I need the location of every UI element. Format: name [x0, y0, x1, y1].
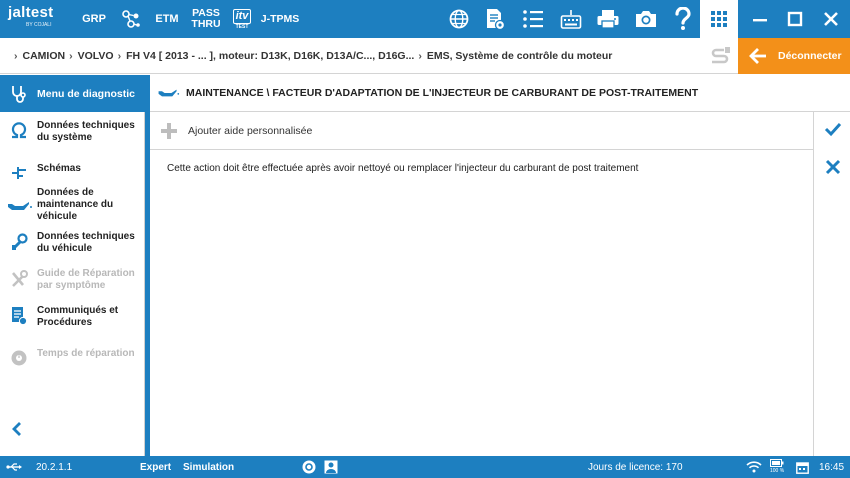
collapse-sidebar-icon[interactable] — [10, 420, 24, 443]
version-label: 20.2.1.1 — [36, 461, 73, 473]
close-icon — [825, 159, 841, 180]
wifi-icon — [746, 456, 762, 478]
sidebar-item-repair-guide: Guide de Réparation par symptôme — [0, 268, 145, 292]
keyboard-icon[interactable] — [558, 0, 584, 38]
itv-sub-label: TEST — [235, 23, 249, 30]
sidebar-item-vehicle-data[interactable]: Données techniques du véhicule — [0, 231, 145, 255]
list-icon[interactable] — [520, 0, 546, 38]
molecule-icon[interactable] — [118, 0, 144, 38]
plus-icon — [150, 122, 188, 140]
tools-icon — [0, 268, 37, 289]
sidebar-item-label: Temps de réparation — [37, 348, 135, 359]
close-icon[interactable] — [814, 0, 848, 38]
sidebar-item-label: Données de maintenance du véhicule — [37, 187, 114, 222]
itv-button[interactable]: itv TEST — [228, 0, 256, 38]
usb-icon — [6, 456, 22, 478]
breadcrumb-item[interactable]: EMS, Système de contrôle du moteur — [427, 50, 613, 62]
status-bar: 20.2.1.1 Expert Simulation Jours de lice… — [0, 456, 850, 478]
grid-icon[interactable] — [700, 0, 738, 38]
calendar-icon — [796, 456, 809, 478]
diagnostic-sidebar: Menu de diagnostic Données techniques du… — [0, 75, 145, 456]
oil-can-icon — [150, 87, 186, 99]
procedure-instructions: Cette action doit être effectuée après a… — [167, 163, 639, 174]
breadcrumb-item[interactable]: CAMION — [23, 50, 66, 62]
maximize-icon[interactable] — [778, 0, 812, 38]
add-custom-help-button[interactable]: Ajouter aide personnalisée — [150, 112, 813, 150]
etm-button[interactable]: ETM — [152, 0, 182, 38]
bulletin-icon — [0, 305, 37, 326]
sidebar-item-schematics[interactable]: Schémas — [0, 163, 145, 182]
logo-subtext: BY COJALI — [26, 22, 52, 28]
arrow-left-icon — [738, 47, 778, 65]
battery-indicator: 100 % — [770, 456, 784, 478]
globe-icon[interactable] — [446, 0, 472, 38]
support-icon[interactable] — [302, 456, 316, 478]
user-mode-label: Expert — [140, 461, 172, 473]
chevron-right-icon: › — [117, 49, 122, 62]
chevron-right-icon: › — [69, 49, 73, 62]
minimize-icon[interactable] — [744, 0, 776, 38]
chevron-right-icon: › — [418, 49, 422, 62]
clock-gear-icon — [0, 348, 37, 367]
document-gear-icon[interactable] — [482, 0, 508, 38]
schematic-icon — [0, 163, 37, 182]
chevron-right-icon: › — [14, 49, 18, 62]
user-icon[interactable] — [324, 456, 338, 478]
sidebar-item-label: Données techniques du véhicule — [37, 231, 135, 254]
action-column — [813, 112, 850, 456]
top-toolbar: jaltest BY COJALI GRP ETM PASS THRU itv … — [0, 0, 850, 38]
sidebar-title: Menu de diagnostic — [37, 87, 136, 100]
add-help-label: Ajouter aide personnalisée — [188, 124, 313, 137]
disconnect-button[interactable]: Déconnecter — [738, 38, 850, 74]
page-title: MAINTENANCE \ FACTEUR D'ADAPTATION DE L'… — [186, 87, 699, 99]
disconnect-label: Déconnecter — [778, 50, 842, 62]
logo-text: jaltest — [8, 4, 54, 21]
sidebar-item-repair-times: Temps de réparation — [0, 348, 145, 367]
sidebar-item-label: Données techniques du système — [37, 120, 135, 143]
battery-icon — [770, 459, 784, 468]
clock-label: 16:45 — [819, 461, 845, 473]
sidebar-item-label: Communiqués et Procédures — [37, 305, 119, 328]
oil-can-icon — [0, 187, 37, 213]
connection-s-icon — [708, 46, 732, 71]
sidebar-item-maintenance-data[interactable]: Données de maintenance du véhicule — [0, 187, 145, 223]
sidebar-item-bulletins[interactable]: Communiqués et Procédures — [0, 305, 145, 329]
breadcrumb-item[interactable]: FH V4 [ 2013 - ... ], moteur: D13K, D16K… — [126, 50, 414, 62]
confirm-button[interactable] — [814, 112, 850, 150]
itv-label: itv — [232, 8, 252, 24]
sidebar-item-label: Guide de Réparation par symptôme — [37, 268, 135, 291]
jtpms-button[interactable]: J-TPMS — [260, 0, 300, 38]
diagnostic-menu-icon — [0, 84, 37, 104]
wrench-icon — [0, 231, 37, 252]
sidebar-item-system-data[interactable]: Données techniques du système — [0, 120, 145, 144]
jaltest-logo: jaltest BY COJALI — [8, 4, 53, 29]
sidebar-item-diagnostic-menu[interactable]: Menu de diagnostic — [0, 75, 145, 112]
simulation-label: Simulation — [183, 461, 235, 473]
main-content: MAINTENANCE \ FACTEUR D'ADAPTATION DE L'… — [150, 75, 850, 456]
omega-icon — [0, 120, 37, 139]
cancel-button[interactable] — [814, 150, 850, 188]
breadcrumb-item[interactable]: VOLVO — [78, 50, 114, 62]
help-icon[interactable] — [670, 0, 696, 38]
license-days-label: Jours de licence: 170 — [588, 461, 683, 473]
sidebar-item-label: Schémas — [37, 163, 81, 174]
grp-button[interactable]: GRP — [80, 0, 108, 38]
passthru-label-2: THRU — [191, 18, 221, 30]
check-icon — [824, 121, 842, 142]
breadcrumb-trail: › CAMION › VOLVO › FH V4 [ 2013 - ... ],… — [0, 50, 612, 62]
procedure-header: MAINTENANCE \ FACTEUR D'ADAPTATION DE L'… — [150, 75, 850, 112]
printer-icon[interactable] — [594, 0, 622, 38]
camera-icon[interactable] — [632, 0, 660, 38]
passthru-button[interactable]: PASS THRU — [190, 0, 222, 38]
battery-label: 100 % — [770, 468, 785, 474]
